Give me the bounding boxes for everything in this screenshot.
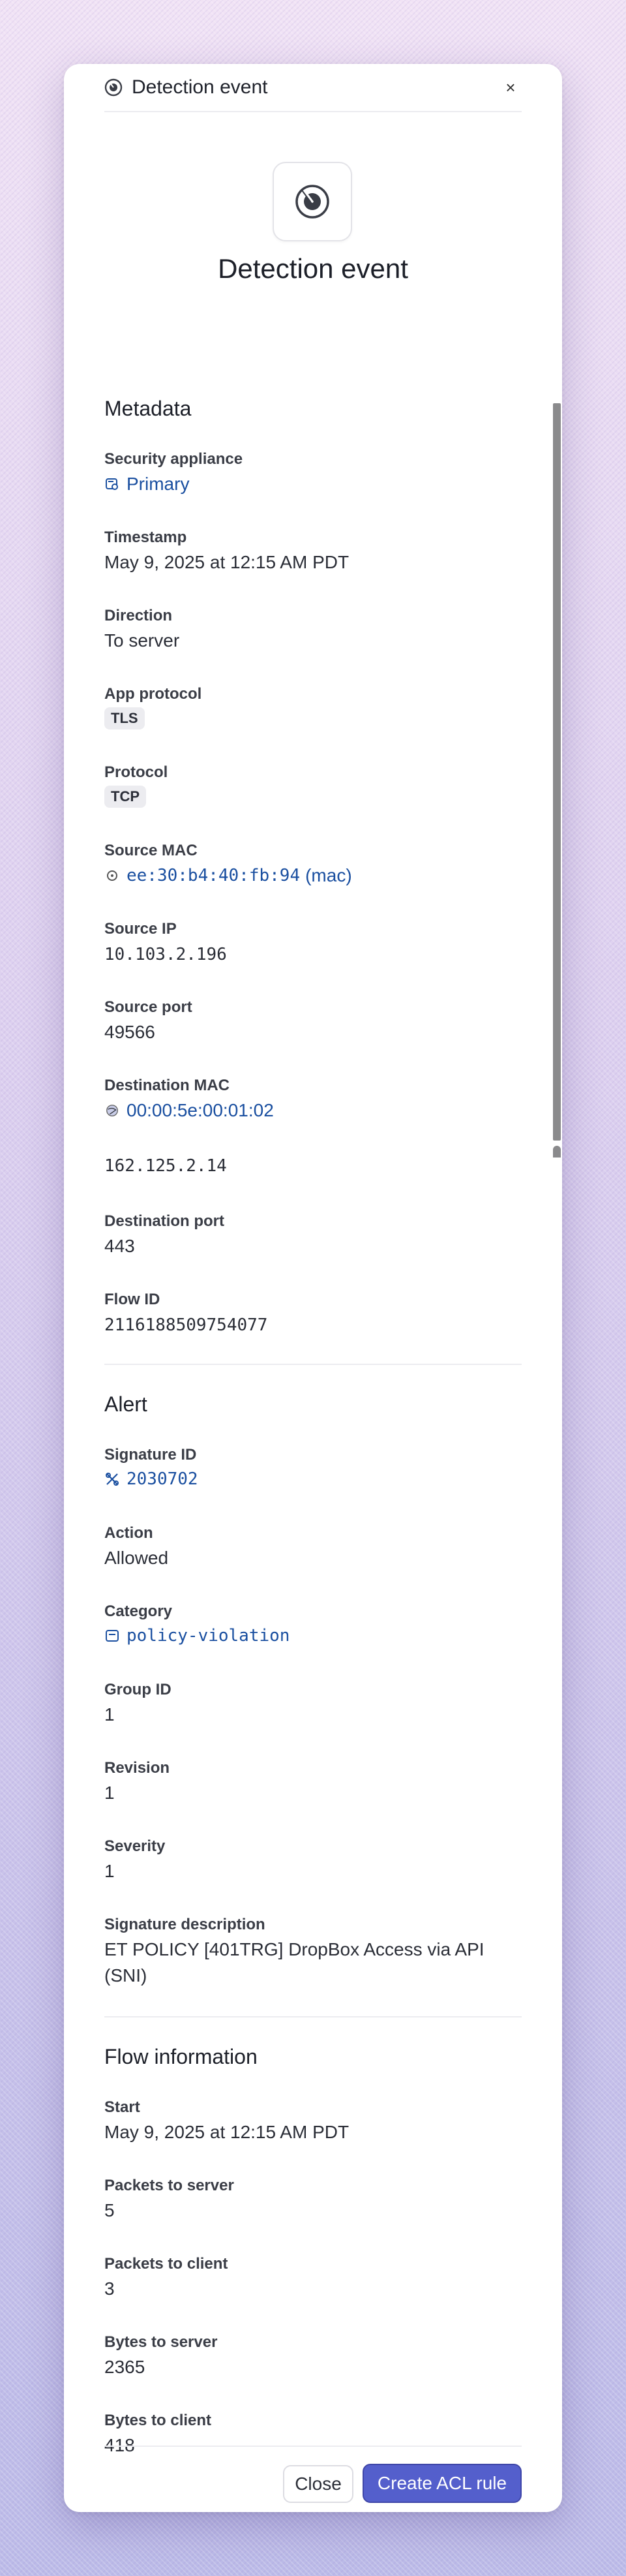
modal-header: Detection event × bbox=[104, 64, 522, 112]
flow-section-title: Flow information bbox=[104, 2045, 258, 2068]
category-icon bbox=[104, 1628, 120, 1644]
destination-port-label: Destination port bbox=[104, 1212, 224, 1230]
security-appliance-label: Security appliance bbox=[104, 450, 243, 468]
packets-to-client-value: 3 bbox=[104, 2278, 115, 2299]
direction-value: To server bbox=[104, 630, 180, 651]
group-id-label: Group ID bbox=[104, 1681, 171, 1698]
category-label: Category bbox=[104, 1602, 173, 1620]
source-port-label: Source port bbox=[104, 998, 192, 1016]
signature-description-line2: (SNI) bbox=[104, 1965, 147, 1986]
category-link[interactable]: policy-violation bbox=[104, 1626, 290, 1646]
detection-event-icon bbox=[273, 162, 352, 241]
timestamp-value: May 9, 2025 at 12:15 AM PDT bbox=[104, 552, 350, 572]
protocol-badge: TCP bbox=[104, 786, 146, 808]
source-ip-value: 10.103.2.196 bbox=[104, 945, 227, 964]
security-appliance-value: Primary bbox=[127, 474, 190, 494]
source-mac-suffix: (mac) bbox=[305, 865, 352, 885]
direction-label: Direction bbox=[104, 607, 173, 624]
radar-icon bbox=[104, 78, 123, 97]
source-mac-label: Source MAC bbox=[104, 842, 198, 859]
footer-divider bbox=[104, 2446, 522, 2447]
destination-port-value: 443 bbox=[104, 1236, 135, 1256]
start-value: May 9, 2025 at 12:15 AM PDT bbox=[104, 2122, 350, 2142]
signature-id-value: 2030702 bbox=[127, 1469, 198, 1489]
alert-section-title: Alert bbox=[104, 1392, 147, 1416]
globe-icon bbox=[104, 1103, 120, 1118]
timestamp-label: Timestamp bbox=[104, 529, 187, 546]
bytes-to-server-label: Bytes to server bbox=[104, 2333, 218, 2351]
detection-event-modal: Detection event × Detection event Metada… bbox=[64, 64, 562, 2512]
revision-label: Revision bbox=[104, 1759, 170, 1777]
signature-id-link[interactable]: 2030702 bbox=[104, 1469, 198, 1489]
flow-id-label: Flow ID bbox=[104, 1291, 160, 1308]
destination-ip-value: 162.125.2.14 bbox=[104, 1156, 227, 1176]
source-port-value: 49566 bbox=[104, 1022, 155, 1042]
packets-to-server-value: 5 bbox=[104, 2200, 115, 2220]
hero-title: Detection event bbox=[218, 253, 408, 284]
security-appliance-link[interactable]: Primary bbox=[104, 474, 189, 495]
bytes-to-client-label: Bytes to client bbox=[104, 2412, 212, 2429]
destination-mac-link[interactable]: 00:00:5e:00:01:02 bbox=[104, 1100, 274, 1121]
close-icon[interactable]: × bbox=[499, 76, 522, 99]
app-protocol-row: TLS bbox=[104, 707, 145, 729]
group-id-value: 1 bbox=[104, 1704, 115, 1725]
section-divider bbox=[104, 1364, 522, 1365]
action-label: Action bbox=[104, 1524, 153, 1542]
modal-header-title: Detection event bbox=[132, 76, 268, 98]
scrollbar-end-cap bbox=[553, 1146, 561, 1158]
flow-id-value: 2116188509754077 bbox=[104, 1315, 268, 1335]
severity-label: Severity bbox=[104, 1837, 166, 1855]
signature-id-label: Signature ID bbox=[104, 1446, 197, 1464]
start-label: Start bbox=[104, 2098, 140, 2116]
action-value: Allowed bbox=[104, 1548, 169, 1568]
signature-icon bbox=[104, 1471, 120, 1487]
packets-to-client-label: Packets to client bbox=[104, 2255, 228, 2273]
signature-description-label: Signature description bbox=[104, 1916, 265, 1933]
destination-mac-label: Destination MAC bbox=[104, 1077, 230, 1094]
metadata-section-title: Metadata bbox=[104, 397, 192, 420]
close-button[interactable]: Close bbox=[283, 2465, 353, 2503]
appliance-icon bbox=[104, 476, 120, 492]
destination-mac-value: 00:00:5e:00:01:02 bbox=[127, 1100, 274, 1120]
signature-description-line1: ET POLICY [401TRG] DropBox Access via AP… bbox=[104, 1939, 484, 1959]
device-icon bbox=[104, 868, 120, 883]
section-divider bbox=[104, 2016, 522, 2017]
protocol-row: TCP bbox=[104, 786, 146, 808]
category-value: policy-violation bbox=[127, 1626, 290, 1646]
severity-value: 1 bbox=[104, 1861, 115, 1881]
app-protocol-badge: TLS bbox=[104, 707, 145, 729]
source-ip-label: Source IP bbox=[104, 920, 177, 938]
revision-value: 1 bbox=[104, 1783, 115, 1803]
create-acl-rule-button[interactable]: Create ACL rule bbox=[363, 2464, 522, 2503]
source-mac-link[interactable]: ee:30:b4:40:fb:94 (mac) bbox=[104, 865, 352, 886]
scrollbar-thumb[interactable] bbox=[553, 403, 561, 1141]
packets-to-server-label: Packets to server bbox=[104, 2177, 234, 2194]
source-mac-value: ee:30:b4:40:fb:94 bbox=[127, 866, 301, 885]
protocol-label: Protocol bbox=[104, 763, 168, 781]
app-protocol-label: App protocol bbox=[104, 685, 202, 703]
bytes-to-server-value: 2365 bbox=[104, 2357, 145, 2377]
